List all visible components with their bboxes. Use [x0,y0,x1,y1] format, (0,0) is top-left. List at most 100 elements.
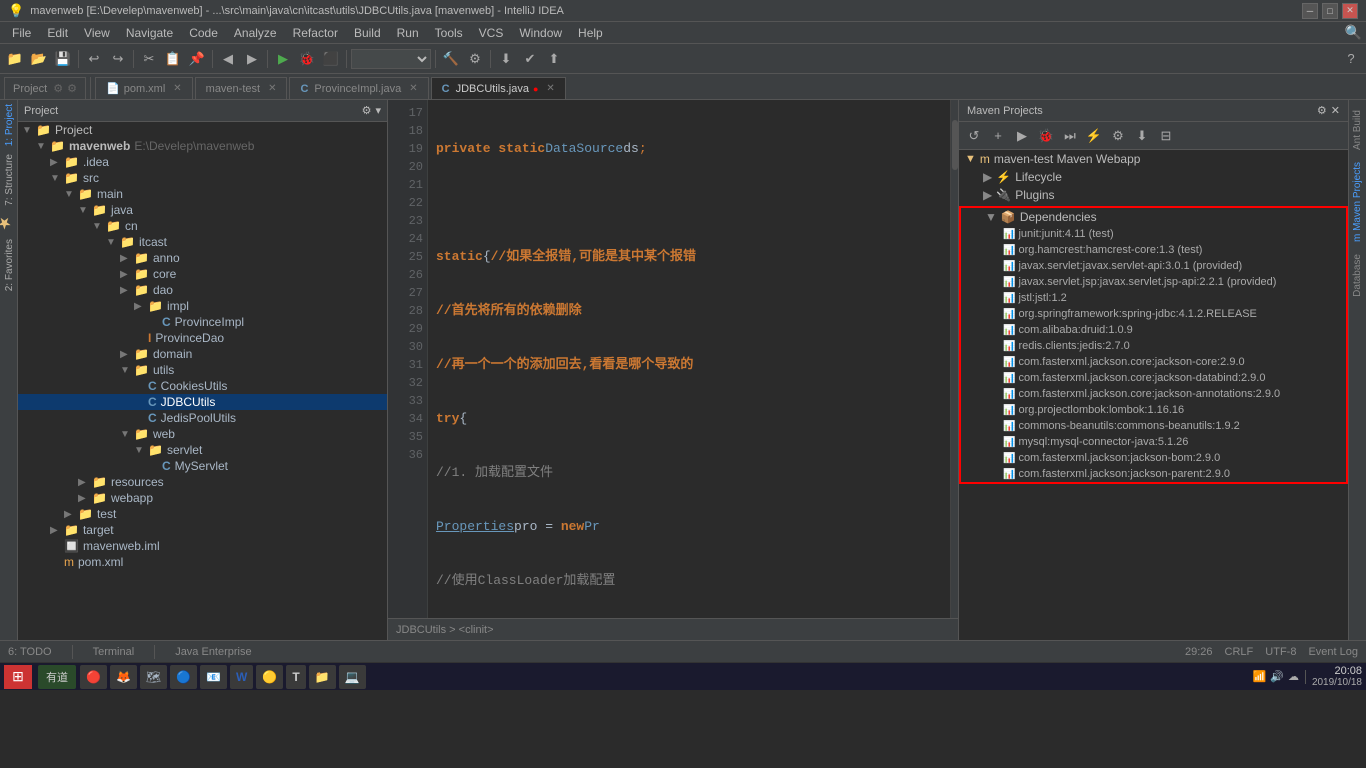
project-tab[interactable]: Project ⚙ ⚙ [4,77,86,99]
maven-lifecycle-btn[interactable]: ⚡ [1083,125,1105,147]
maven-settings-icon[interactable]: ⚙ [1317,104,1327,117]
tree-header-btn2[interactable]: ▾ [375,104,381,117]
maven-dep-jsp-api[interactable]: 📊 javax.servlet.jsp:javax.servlet.jsp-ap… [961,274,1346,290]
tree-header-btn1[interactable]: ⚙ [362,104,372,117]
tree-item-java[interactable]: ▼ 📁 java [18,202,387,218]
tab-province-impl[interactable]: C ProvinceImpl.java ✕ [289,77,428,99]
tree-item-project[interactable]: ▼ 📁 Project [18,122,387,138]
line-ending[interactable]: CRLF [1225,646,1254,658]
tree-item-servlet[interactable]: ▼ 📁 servlet [18,442,387,458]
copy-btn[interactable]: 📋 [162,48,184,70]
code-content[interactable]: private static DataSource ds ; static{//… [428,100,950,618]
menu-analyze[interactable]: Analyze [226,24,285,42]
maven-refresh-btn[interactable]: ↺ [963,125,985,147]
project-tab-settings-icon[interactable]: ⚙ [53,82,63,95]
menu-help[interactable]: Help [570,24,611,42]
tab-maven-test-close[interactable]: ✕ [268,83,276,94]
menu-tools[interactable]: Tools [427,24,471,42]
maven-dep-beanutils[interactable]: 📊 commons-beanutils:commons-beanutils:1.… [961,418,1346,434]
tree-item-impl[interactable]: ▶ 📁 impl [18,298,387,314]
taskbar-youdao[interactable]: 有道 [38,665,76,689]
tree-item-province-impl[interactable]: C ProvinceImpl [18,314,387,330]
maven-generate-btn[interactable]: ⚙ [1107,125,1129,147]
maven-projects-label[interactable]: m Maven Projects [1350,156,1365,248]
menu-view[interactable]: View [76,24,118,42]
maven-dep-jackson-core[interactable]: 📊 com.fasterxml.jackson.core:jackson-cor… [961,354,1346,370]
new-project-btn[interactable]: 📁 [4,48,26,70]
ant-build-label[interactable]: Ant Build [1350,104,1365,156]
tree-item-webapp[interactable]: ▶ 📁 webapp [18,490,387,506]
maximize-button[interactable]: □ [1322,3,1338,19]
maven-dep-jackson-bom[interactable]: 📊 com.fasterxml.jackson:jackson-bom:2.9.… [961,450,1346,466]
maven-skip-tests-btn[interactable]: ⏭ [1059,125,1081,147]
stop-btn[interactable]: ⬛ [320,48,342,70]
taskbar-maps[interactable]: 🗺 [140,665,167,689]
tree-item-cookies-utils[interactable]: C CookiesUtils [18,378,387,394]
menu-navigate[interactable]: Navigate [118,24,181,42]
maven-item-plugins[interactable]: ▶ 🔌 Plugins [959,186,1348,204]
taskbar-chrome[interactable]: 🔴 [80,665,107,689]
taskbar-intellij[interactable]: 💻 [339,665,366,689]
encoding[interactable]: UTF-8 [1265,646,1296,658]
tree-item-src[interactable]: ▼ 📁 src [18,170,387,186]
run-config-select[interactable] [351,49,431,69]
code-editor[interactable]: 17 18 19 20 21 22 23 24 25 26 27 28 29 3… [388,100,958,618]
tree-item-main[interactable]: ▼ 📁 main [18,186,387,202]
maven-dep-spring-jdbc[interactable]: 📊 org.springframework:spring-jdbc:4.1.2.… [961,306,1346,322]
menu-window[interactable]: Window [511,24,570,42]
tree-item-jdbc-utils[interactable]: C JDBCUtils [18,394,387,410]
save-all-btn[interactable]: 💾 [52,48,74,70]
maven-dep-mysql[interactable]: 📊 mysql:mysql-connector-java:5.1.26 [961,434,1346,450]
tab-pom-xml[interactable]: 📄 pom.xml ✕ [95,77,193,99]
favorites-panel-label[interactable]: ★ [0,210,17,237]
editor-scrollbar-v[interactable] [950,100,958,618]
tab-maven-test[interactable]: maven-test ✕ [195,77,288,99]
structure-panel-label[interactable]: 7: Structure [0,150,17,210]
project-tab-gear-icon[interactable]: ⚙ [67,82,77,95]
minimize-button[interactable]: ─ [1302,3,1318,19]
tree-item-dao[interactable]: ▶ 📁 dao [18,282,387,298]
search-everywhere-icon[interactable]: 🔍 [1345,24,1362,41]
tab-jdbc-utils[interactable]: C JDBCUtils.java ● ✕ [431,77,566,99]
maven-dep-hamcrest[interactable]: 📊 org.hamcrest:hamcrest-core:1.3 (test) [961,242,1346,258]
maven-dep-jstl[interactable]: 📊 jstl:jstl:1.2 [961,290,1346,306]
maven-download-btn[interactable]: ⬇ [1131,125,1153,147]
tree-item-province-dao[interactable]: I ProvinceDao [18,330,387,346]
terminal-label[interactable]: Terminal [93,646,135,658]
taskbar-email[interactable]: 📧 [200,665,227,689]
tree-item-cn[interactable]: ▼ 📁 cn [18,218,387,234]
java-enterprise-label[interactable]: Java Enterprise [175,646,251,658]
tree-item-mavenweb[interactable]: ▼ 📁 mavenweb E:\Develep\mavenweb [18,138,387,154]
tree-item-itcast[interactable]: ▼ 📁 itcast [18,234,387,250]
tree-item-resources[interactable]: ▶ 📁 resources [18,474,387,490]
forward-btn[interactable]: ▶ [241,48,263,70]
undo-btn[interactable]: ↩ [83,48,105,70]
taskbar-folder[interactable]: 📁 [309,665,336,689]
maven-dep-servlet-api[interactable]: 📊 javax.servlet:javax.servlet-api:3.0.1 … [961,258,1346,274]
start-button[interactable]: ⊞ [4,665,32,689]
taskbar-ie[interactable]: 🔵 [170,665,197,689]
build-project-btn[interactable]: 🔨 [440,48,462,70]
vcs-commit-btn[interactable]: ✔ [519,48,541,70]
tree-item-jedis-pool-utils[interactable]: C JedisPoolUtils [18,410,387,426]
close-button[interactable]: ✕ [1342,3,1358,19]
run-btn[interactable]: ▶ [272,48,294,70]
menu-build[interactable]: Build [346,24,389,42]
tree-item-target[interactable]: ▶ 📁 target [18,522,387,538]
maven-item-lifecycle[interactable]: ▶ ⚡ Lifecycle [959,168,1348,186]
taskbar-yellow[interactable]: 🟡 [256,665,283,689]
database-label[interactable]: Database [1350,248,1365,303]
taskbar-fox[interactable]: 🦊 [110,665,137,689]
tree-item-web[interactable]: ▼ 📁 web [18,426,387,442]
menu-file[interactable]: File [4,24,39,42]
tree-item-core[interactable]: ▶ 📁 core [18,266,387,282]
tree-item-test[interactable]: ▶ 📁 test [18,506,387,522]
help-btn[interactable]: ? [1340,48,1362,70]
maven-collapse-btn[interactable]: ⊟ [1155,125,1177,147]
make-module-btn[interactable]: ⚙ [464,48,486,70]
tree-item-mavenweb-iml[interactable]: 🔲 mavenweb.iml [18,538,387,554]
tab-jdbc-utils-close[interactable]: ✕ [546,83,554,94]
status-todo[interactable]: 6: TODO [8,646,52,658]
tab-province-impl-close[interactable]: ✕ [409,83,417,94]
cut-btn[interactable]: ✂ [138,48,160,70]
